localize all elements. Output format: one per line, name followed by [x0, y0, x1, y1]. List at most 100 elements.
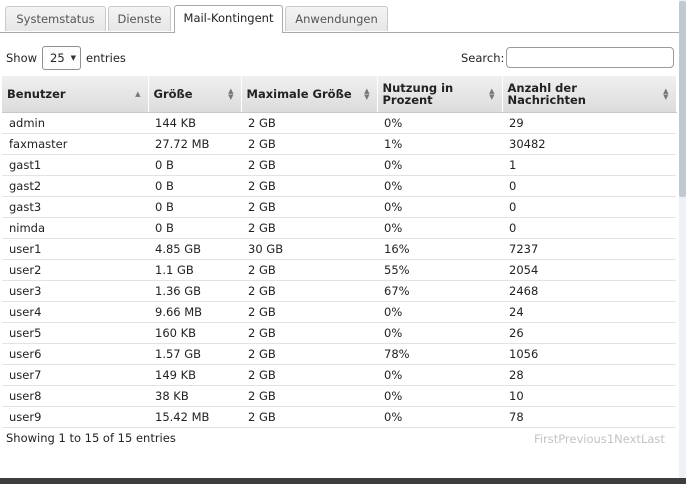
- cell-nutzung: 0%: [377, 406, 502, 428]
- cell-groesse: 0 B: [148, 217, 241, 239]
- cell-maximale-groesse: 2 GB: [241, 322, 377, 344]
- cell-anzahl-nachrichten: 1: [502, 154, 676, 176]
- sort-asc-icon: ▲: [135, 89, 141, 98]
- cell-benutzer: faxmaster: [2, 133, 148, 155]
- table-row: user6 1.57 GB 2 GB 78% 1056: [2, 343, 676, 365]
- cell-groesse: 1.57 GB: [148, 343, 241, 365]
- cell-groesse: 160 KB: [148, 322, 241, 344]
- cell-groesse: 1.36 GB: [148, 280, 241, 302]
- cell-nutzung: 78%: [377, 343, 502, 365]
- cell-groesse: 15.42 MB: [148, 406, 241, 428]
- cell-anzahl-nachrichten: 2054: [502, 259, 676, 281]
- column-header-nutzung-in-prozent[interactable]: Nutzung in Prozent ▲ ▼: [377, 76, 503, 113]
- tab-dienste[interactable]: Dienste: [108, 6, 171, 31]
- cell-benutzer: gast3: [2, 196, 148, 218]
- table-header-row: Benutzer ▲ Größe ▲ ▼ Maximale Größe ▲ ▼ Nu…: [2, 76, 677, 113]
- pagination-last[interactable]: Last: [641, 432, 665, 446]
- table-row: user1 4.85 GB 30 GB 16% 7237: [2, 238, 676, 260]
- cell-anzahl-nachrichten: 2468: [502, 280, 676, 302]
- cell-nutzung: 0%: [377, 217, 502, 239]
- table-row: user9 15.42 MB 2 GB 0% 78: [2, 406, 676, 428]
- table-row: faxmaster 27.72 MB 2 GB 1% 30482: [2, 133, 676, 155]
- tab-systemstatus[interactable]: Systemstatus: [5, 6, 106, 31]
- pagination-first[interactable]: First: [534, 432, 558, 446]
- cell-nutzung: 0%: [377, 385, 502, 407]
- mail-quota-table: Benutzer ▲ Größe ▲ ▼ Maximale Größe ▲ ▼ Nu…: [2, 76, 677, 428]
- tab-mail-kontingent[interactable]: Mail-Kontingent: [174, 5, 283, 33]
- column-header-label: Maximale Größe: [246, 86, 352, 101]
- table-row: admin 144 KB 2 GB 0% 29: [2, 112, 676, 134]
- cell-benutzer: user7: [2, 364, 148, 386]
- cell-maximale-groesse: 2 GB: [241, 175, 377, 197]
- column-header-label: Größe: [153, 86, 193, 101]
- column-header-label: Nutzung in Prozent: [382, 80, 454, 107]
- sort-both-icon: ▲ ▼: [663, 86, 669, 101]
- sort-both-icon: ▲ ▼: [364, 86, 370, 101]
- cell-groesse: 0 B: [148, 175, 241, 197]
- table-row: user5 160 KB 2 GB 0% 26: [2, 322, 676, 344]
- cell-anzahl-nachrichten: 7237: [502, 238, 676, 260]
- cell-benutzer: user5: [2, 322, 148, 344]
- cell-nutzung: 0%: [377, 322, 502, 344]
- table-info: Showing 1 to 15 of 15 entries: [6, 431, 176, 445]
- cell-groesse: 144 KB: [148, 112, 241, 134]
- pagination: First Previous 1 Next Last: [534, 432, 665, 446]
- cell-anzahl-nachrichten: 0: [502, 175, 676, 197]
- cell-anzahl-nachrichten: 24: [502, 301, 676, 323]
- cell-nutzung: 0%: [377, 175, 502, 197]
- table-row: gast3 0 B2 GB 0% 0: [2, 196, 676, 218]
- column-header-groesse[interactable]: Größe ▲ ▼: [148, 76, 242, 113]
- cell-anzahl-nachrichten: 0: [502, 196, 676, 218]
- tab-anwendungen[interactable]: Anwendungen: [285, 6, 388, 31]
- vertical-scrollbar[interactable]: [679, 0, 686, 478]
- cell-maximale-groesse: 2 GB: [241, 280, 377, 302]
- cell-groesse: 1.1 GB: [148, 259, 241, 281]
- entries-per-page-select[interactable]: 25 ▼: [42, 46, 82, 70]
- cell-maximale-groesse: 2 GB: [241, 364, 377, 386]
- cell-benutzer: user3: [2, 280, 148, 302]
- search-label: Search:: [461, 50, 505, 65]
- column-header-anzahl-der-nachrichten[interactable]: Anzahl der Nachrichten ▲ ▼: [502, 76, 677, 113]
- chevron-down-icon: ▼: [70, 54, 77, 62]
- table-row: nimda 0 B2 GB 0% 0: [2, 217, 676, 239]
- table-row: user7 149 KB 2 GB 0% 28: [2, 364, 676, 386]
- cell-groesse: 149 KB: [148, 364, 241, 386]
- cell-anzahl-nachrichten: 78: [502, 406, 676, 428]
- length-suffix: entries: [86, 51, 126, 65]
- cell-maximale-groesse: 2 GB: [241, 133, 377, 155]
- cell-groesse: 0 B: [148, 196, 241, 218]
- cell-maximale-groesse: 2 GB: [241, 196, 377, 218]
- tab-baseline: [0, 32, 679, 33]
- search-control: Search:: [461, 47, 675, 68]
- column-header-benutzer[interactable]: Benutzer ▲: [2, 76, 149, 113]
- pagination-previous[interactable]: Previous: [558, 432, 607, 446]
- sort-both-icon: ▲ ▼: [489, 86, 495, 101]
- cell-nutzung: 16%: [377, 238, 502, 260]
- cell-groesse: 0 B: [148, 154, 241, 176]
- cell-benutzer: user2: [2, 259, 148, 281]
- pagination-page-1[interactable]: 1: [607, 432, 614, 446]
- cell-anzahl-nachrichten: 30482: [502, 133, 676, 155]
- cell-nutzung: 0%: [377, 196, 502, 218]
- table-row: user4 9.66 MB 2 GB 0% 24: [2, 301, 676, 323]
- entries-length-control: Show 25 ▼ entries: [6, 46, 126, 70]
- cell-maximale-groesse: 2 GB: [241, 154, 377, 176]
- table-row: user3 1.36 GB 2 GB 67% 2468: [2, 280, 676, 302]
- pagination-next[interactable]: Next: [614, 432, 641, 446]
- cell-anzahl-nachrichten: 10: [502, 385, 676, 407]
- cell-maximale-groesse: 2 GB: [241, 259, 377, 281]
- column-header-maximale-groesse[interactable]: Maximale Größe ▲ ▼: [241, 76, 378, 113]
- cell-anzahl-nachrichten: 29: [502, 112, 676, 134]
- scrollbar-thumb[interactable]: [679, 1, 686, 197]
- cell-nutzung: 67%: [377, 280, 502, 302]
- cell-maximale-groesse: 2 GB: [241, 385, 377, 407]
- cell-nutzung: 1%: [377, 133, 502, 155]
- search-input[interactable]: [506, 47, 675, 68]
- cell-anzahl-nachrichten: 26: [502, 322, 676, 344]
- cell-benutzer: user8: [2, 385, 148, 407]
- window-bottom-edge: [0, 478, 686, 484]
- column-header-label: Anzahl der Nachrichten: [507, 80, 587, 107]
- entries-per-page-value: 25: [50, 51, 65, 65]
- sort-both-icon: ▲ ▼: [228, 86, 234, 101]
- cell-nutzung: 0%: [377, 301, 502, 323]
